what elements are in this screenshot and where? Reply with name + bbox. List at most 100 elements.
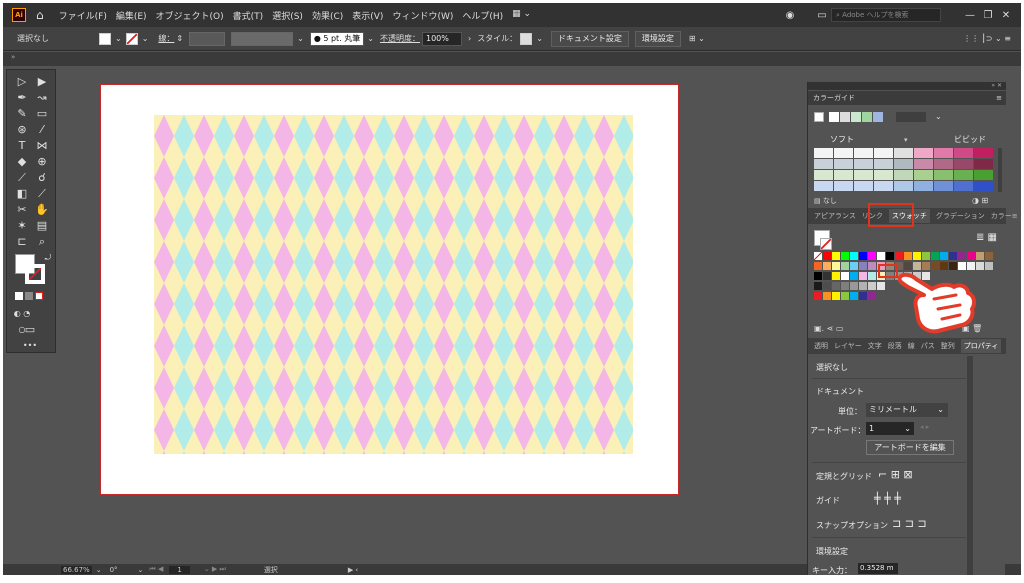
- restore-icon[interactable]: ❐: [979, 10, 997, 21]
- chevron-down-icon[interactable]: ⌄: [142, 34, 149, 43]
- none-mode-icon[interactable]: [35, 292, 43, 300]
- status-menu-icon[interactable]: ▶ ‹: [348, 566, 358, 574]
- swatch-color[interactable]: [859, 292, 867, 300]
- reflect-tool-icon[interactable]: ⋈: [33, 138, 51, 154]
- minimize-icon[interactable]: —: [961, 10, 979, 21]
- chevron-down-icon[interactable]: ⌄: [96, 566, 102, 574]
- edit-artboard-button[interactable]: アートボードを編集: [866, 440, 954, 455]
- swatch-color[interactable]: [832, 292, 840, 300]
- brush-definition-dropdown[interactable]: ● 5 pt. 丸筆: [309, 31, 365, 46]
- graph-tool-icon[interactable]: ▤: [33, 218, 51, 234]
- ruler-grid-icons[interactable]: ⌐ ⊞ ⊠: [878, 468, 913, 481]
- guide-swatch[interactable]: [814, 170, 833, 180]
- harmony-swatch[interactable]: [862, 112, 872, 122]
- panel-menu-icon[interactable]: ⋮⋮ ⎮⊃ ⌄ ≡: [963, 34, 1011, 43]
- fill-control[interactable]: ⌄ ⌄: [99, 32, 149, 45]
- more-tools-icon[interactable]: •••: [21, 338, 39, 354]
- swatch-color[interactable]: [850, 262, 858, 270]
- chevron-down-icon[interactable]: ⌄: [935, 112, 942, 122]
- swatch-color[interactable]: [859, 262, 867, 270]
- swatch-color[interactable]: [868, 252, 876, 260]
- tab-pathfinder[interactable]: パス: [921, 341, 935, 351]
- guide-swatch[interactable]: [914, 159, 933, 169]
- menu-file[interactable]: ファイル(F): [59, 9, 107, 22]
- swatch-color[interactable]: [814, 282, 822, 290]
- fill-swatch[interactable]: [99, 32, 111, 45]
- swatch-color[interactable]: [868, 262, 876, 270]
- gradient-mode-icon[interactable]: [25, 292, 33, 300]
- guide-swatch[interactable]: [814, 159, 833, 169]
- stroke-swatch[interactable]: [125, 32, 138, 45]
- guide-swatch[interactable]: [954, 170, 973, 180]
- tab-color[interactable]: カラー: [991, 211, 1012, 221]
- swatch-color[interactable]: [841, 282, 849, 290]
- tab-character[interactable]: 文字: [868, 341, 882, 351]
- stroke-color-swatch[interactable]: [25, 264, 45, 284]
- color-guide-grid[interactable]: [814, 148, 998, 192]
- swatch-stroke-indicator[interactable]: [820, 238, 832, 250]
- swatch-color[interactable]: [985, 262, 993, 270]
- swap-fill-stroke-icon[interactable]: ⤾: [39, 250, 57, 266]
- swatch-color[interactable]: [868, 292, 876, 300]
- pen-tool-icon[interactable]: ✒: [13, 90, 31, 106]
- variable-width-dropdown[interactable]: [231, 31, 294, 46]
- rotation-field[interactable]: 0°: [110, 566, 118, 574]
- artboard-number-field[interactable]: 1: [169, 565, 190, 574]
- swatch-color[interactable]: [832, 252, 840, 260]
- menu-select[interactable]: 選択(S): [272, 9, 303, 22]
- swatch-color[interactable]: [814, 262, 822, 270]
- guide-swatch[interactable]: [874, 181, 893, 191]
- harmony-swatch[interactable]: [851, 112, 861, 122]
- scale-tool-icon[interactable]: ⊕: [33, 154, 51, 170]
- swatch-color[interactable]: [949, 252, 957, 260]
- chevron-right-icon[interactable]: ›: [468, 34, 471, 43]
- tab-paragraph[interactable]: 段落: [888, 341, 902, 351]
- list-view-icon[interactable]: ≣ ▦: [976, 232, 997, 243]
- menu-type[interactable]: 書式(T): [233, 9, 264, 22]
- eyedropper-tool-icon[interactable]: ⟋: [33, 186, 51, 202]
- stroke-weight-stepper[interactable]: ⇕: [176, 34, 183, 43]
- panel-menu-icon[interactable]: ≡: [1012, 212, 1018, 220]
- harmony-rules-dropdown[interactable]: [896, 112, 926, 122]
- guide-swatch[interactable]: [814, 181, 833, 191]
- harmony-swatch[interactable]: [840, 112, 850, 122]
- guide-swatch[interactable]: [814, 148, 833, 158]
- home-icon[interactable]: ⌂: [36, 8, 44, 22]
- chevron-down-icon[interactable]: ⌄: [367, 34, 374, 43]
- swatch-color[interactable]: [967, 252, 975, 260]
- guide-swatch[interactable]: [954, 148, 973, 158]
- rectangle-tool-icon[interactable]: ▭: [33, 106, 51, 122]
- swatch-color[interactable]: [823, 292, 831, 300]
- tab-stroke[interactable]: 線: [908, 341, 915, 351]
- swatch-color[interactable]: [832, 282, 840, 290]
- swatch-color[interactable]: [868, 282, 876, 290]
- drawing-mode-icon[interactable]: ◐ ◔ ○: [13, 306, 31, 334]
- tab-properties[interactable]: プロパティ: [960, 339, 1002, 353]
- chevron-down-icon[interactable]: ⌄: [536, 34, 543, 43]
- zoom-field[interactable]: 66.67%: [61, 565, 92, 574]
- artboard-select[interactable]: 1 ⌄: [866, 422, 914, 435]
- guide-swatch[interactable]: [934, 170, 953, 180]
- swatch-color[interactable]: [868, 272, 876, 280]
- swatch-color[interactable]: [976, 252, 984, 260]
- menu-object[interactable]: オブジェクト(O): [156, 9, 224, 22]
- swatch-color[interactable]: [877, 282, 885, 290]
- style-swatch[interactable]: [520, 32, 533, 45]
- guide-swatch[interactable]: [854, 181, 873, 191]
- swatch-color[interactable]: [823, 282, 831, 290]
- menu-window[interactable]: ウィンドウ(W): [392, 9, 453, 22]
- help-search-input[interactable]: ⌕ Adobe ヘルプを検索: [831, 8, 941, 22]
- screen-mode-icon[interactable]: ▭: [21, 322, 39, 338]
- width-tool-icon[interactable]: ⟋: [13, 170, 31, 186]
- swatch-color[interactable]: [850, 282, 858, 290]
- selection-tool-icon[interactable]: ▷: [13, 74, 31, 90]
- swatch-color[interactable]: [859, 252, 867, 260]
- artboard-tool-icon[interactable]: ⊏: [13, 234, 31, 250]
- menu-help[interactable]: ヘルプ(H): [462, 9, 503, 22]
- swatch-color[interactable]: [895, 252, 903, 260]
- swatch-color[interactable]: [931, 252, 939, 260]
- arrange-icon[interactable]: ⊞ ⌄: [689, 34, 705, 43]
- swatch-color[interactable]: [841, 292, 849, 300]
- stroke-label[interactable]: 線：: [158, 33, 174, 44]
- menu-view[interactable]: 表示(V): [352, 9, 383, 22]
